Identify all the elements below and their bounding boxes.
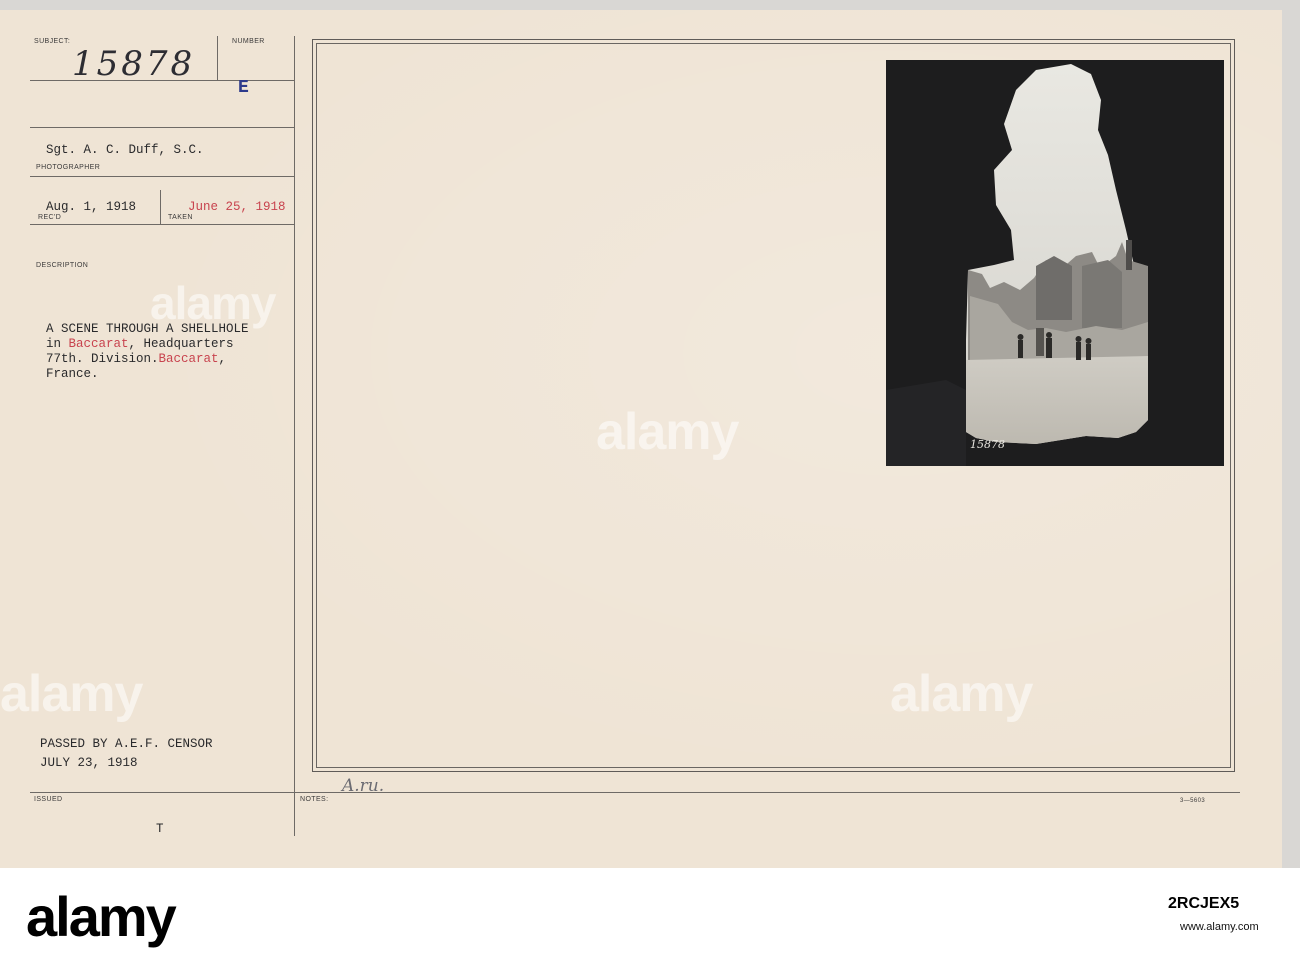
shadow bbox=[886, 380, 966, 466]
place-name: Baccarat bbox=[68, 337, 129, 351]
description-line: , Headquarters bbox=[128, 337, 234, 351]
censor-stamp-line2: JULY 23, 1918 bbox=[40, 756, 138, 770]
description-line: France. bbox=[46, 367, 99, 381]
building-facade bbox=[1082, 260, 1122, 328]
monument bbox=[1036, 328, 1044, 356]
taken-label: TAKEN bbox=[168, 214, 193, 221]
censor-stamp-line1: PASSED BY A.E.F. CENSOR bbox=[40, 737, 213, 751]
form-rule bbox=[30, 792, 1240, 793]
subject-number-divider bbox=[217, 36, 218, 80]
watermark: alamy bbox=[150, 277, 276, 329]
notes-handwriting: A.ru. bbox=[342, 776, 385, 796]
received-date: Aug. 1, 1918 bbox=[46, 200, 137, 214]
description-label: DESCRIPTION bbox=[36, 262, 89, 269]
received-label: REC'D bbox=[38, 214, 62, 221]
chimney bbox=[1126, 240, 1132, 270]
stock-footer bbox=[0, 868, 1300, 960]
subject-label: SUBJECT: bbox=[34, 38, 71, 45]
issued-value: T bbox=[156, 822, 164, 836]
taken-date: June 25, 1918 bbox=[188, 200, 286, 214]
photo-number: 15878 bbox=[970, 438, 1005, 451]
building-facade bbox=[1036, 256, 1072, 320]
date-divider bbox=[160, 190, 161, 224]
watermark: alamy bbox=[0, 665, 143, 723]
alamy-logo[interactable]: alamy bbox=[26, 884, 177, 949]
form-rule bbox=[30, 127, 294, 128]
image-id: 2RCJEX5 bbox=[1168, 895, 1240, 912]
description-line: , bbox=[218, 352, 227, 366]
form-rule bbox=[30, 224, 294, 225]
photographer-label: PHOTOGRAPHER bbox=[36, 164, 101, 171]
street bbox=[966, 356, 1148, 444]
site-url[interactable]: www.alamy.com bbox=[1180, 921, 1259, 933]
shellhole-photo-image bbox=[886, 60, 1224, 466]
place-name: Baccarat bbox=[158, 352, 219, 366]
subject-number: 15878 bbox=[72, 44, 196, 84]
form-column-divider bbox=[294, 36, 295, 836]
watermark: alamy bbox=[596, 403, 739, 461]
notes-label: NOTES: bbox=[300, 796, 329, 803]
photograph: 15878 bbox=[886, 60, 1224, 466]
form-number: 3—5603 bbox=[1180, 798, 1206, 804]
number-letter-stamp: E bbox=[238, 78, 249, 98]
form-rule bbox=[30, 176, 294, 177]
issued-label: ISSUED bbox=[34, 796, 63, 803]
watermark: alamy bbox=[890, 665, 1033, 723]
description-text: A SCENE THROUGH A SHELLHOLE in Baccarat,… bbox=[46, 322, 249, 382]
description-line: 77th. Division. bbox=[46, 352, 159, 366]
number-label: NUMBER bbox=[232, 38, 265, 45]
description-line: in bbox=[46, 337, 69, 351]
photographer-name: Sgt. A. C. Duff, S.C. bbox=[46, 143, 204, 157]
